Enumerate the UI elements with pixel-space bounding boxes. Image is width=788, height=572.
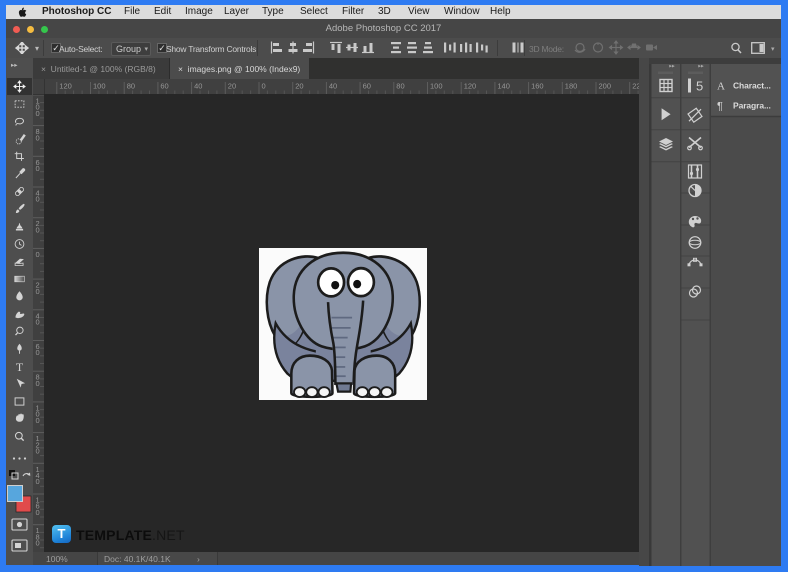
svg-text:T: T	[16, 359, 24, 373]
svg-text:120: 120	[464, 82, 477, 91]
svg-text:180: 180	[565, 82, 578, 91]
svg-text:0: 0	[36, 318, 40, 327]
svg-text:160: 160	[531, 82, 544, 91]
svg-text:200: 200	[599, 82, 612, 91]
svg-text:20: 20	[228, 82, 236, 91]
svg-text:¶: ¶	[717, 100, 723, 112]
svg-text:A: A	[717, 80, 725, 92]
svg-text:60: 60	[363, 82, 371, 91]
svg-text:0: 0	[36, 379, 40, 388]
svg-text:0: 0	[36, 195, 40, 204]
svg-text:40: 40	[194, 82, 202, 91]
svg-text:0: 0	[36, 109, 40, 118]
svg-text:120: 120	[59, 82, 72, 91]
svg-text:0: 0	[36, 447, 40, 456]
svg-text:Charact...: Charact...	[733, 80, 771, 90]
svg-text:0: 0	[36, 508, 40, 517]
svg-text:0: 0	[36, 250, 40, 259]
svg-text:0: 0	[36, 416, 40, 425]
svg-text:0: 0	[36, 133, 40, 142]
svg-text:Paragra...: Paragra...	[733, 100, 771, 110]
svg-text:20: 20	[295, 82, 303, 91]
svg-text:0: 0	[36, 164, 40, 173]
svg-text:0: 0	[262, 82, 266, 91]
svg-text:100: 100	[430, 82, 443, 91]
svg-text:60: 60	[160, 82, 168, 91]
svg-text:140: 140	[497, 82, 510, 91]
svg-text:80: 80	[127, 82, 135, 91]
svg-text:80: 80	[396, 82, 404, 91]
svg-text:0: 0	[36, 287, 40, 296]
svg-text:0: 0	[36, 477, 40, 486]
svg-text:▸▸: ▸▸	[698, 63, 704, 69]
svg-text:0: 0	[36, 539, 40, 548]
svg-text:▸▸: ▸▸	[11, 62, 18, 69]
svg-text:100: 100	[93, 82, 106, 91]
svg-text:0: 0	[36, 348, 40, 357]
svg-text:0: 0	[36, 225, 40, 234]
svg-text:5: 5	[696, 78, 703, 93]
svg-text:220: 220	[632, 82, 639, 91]
svg-text:40: 40	[329, 82, 337, 91]
svg-text:▸▸: ▸▸	[669, 63, 675, 69]
